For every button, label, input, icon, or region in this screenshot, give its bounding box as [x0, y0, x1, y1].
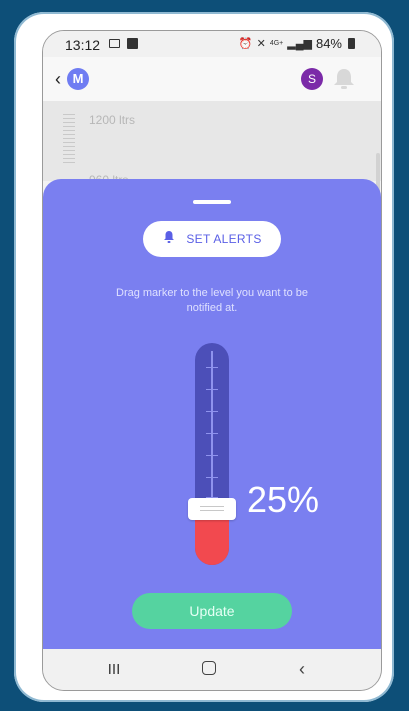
battery-icon	[348, 38, 355, 49]
gauge-tick	[206, 389, 218, 390]
phone-screen: 13:12 ⏰ ✕ 4G+ ▂▄▆ 84% ‹ M S 1200 ltrs SE…	[42, 30, 382, 691]
app-logo: M	[67, 68, 89, 90]
avatar[interactable]: S	[301, 68, 323, 90]
battery-level: 84%	[315, 36, 342, 51]
mute-icon: ✕	[256, 38, 266, 50]
scale-tick	[63, 158, 75, 159]
scale-tick	[63, 154, 75, 155]
home-icon[interactable]	[202, 661, 216, 675]
app-bar: ‹ M S	[43, 57, 381, 101]
bell-icon[interactable]	[331, 66, 357, 92]
scale-tick	[63, 134, 75, 135]
scale-tick	[63, 130, 75, 131]
gauge-tick	[206, 411, 218, 412]
alert-bottom-sheet: SET ALERTS Drag marker to the level you …	[43, 179, 381, 649]
marker-grip-line	[200, 506, 224, 507]
scale-tick	[63, 150, 75, 151]
screen-cast-icon	[109, 39, 120, 48]
network-type: 4G+	[269, 40, 284, 47]
level-marker-handle[interactable]	[188, 498, 236, 520]
recent-apps-icon[interactable]	[107, 662, 121, 676]
marker-grip-line	[200, 510, 224, 511]
gauge-tick	[206, 367, 218, 368]
chevron-left-icon: ‹	[55, 69, 61, 89]
scale-tick	[63, 146, 75, 147]
back-button[interactable]: ‹ M	[51, 67, 91, 91]
scale-tick	[63, 162, 75, 163]
signal-icon: ▂▄▆	[287, 38, 312, 50]
system-nav-bar: ‹	[43, 649, 381, 690]
set-alerts-button[interactable]: SET ALERTS	[143, 221, 281, 257]
scale-tick	[63, 118, 75, 119]
back-icon[interactable]: ‹	[299, 659, 305, 679]
status-time: 13:12	[65, 37, 101, 53]
status-bar: 13:12 ⏰ ✕ 4G+ ▂▄▆ 84%	[43, 31, 381, 57]
status-right: ⏰ ✕ 4G+ ▂▄▆ 84%	[239, 36, 355, 51]
gauge-tick	[206, 433, 218, 434]
level-gauge[interactable]	[195, 343, 229, 565]
scale-label-top: 1200 ltrs	[89, 113, 136, 127]
update-button[interactable]: Update	[132, 593, 292, 629]
background-level-scale: 1200 ltrs 960 ltrs	[43, 101, 381, 187]
level-percent: 25%	[247, 479, 320, 520]
sheet-drag-handle[interactable]	[193, 200, 231, 204]
alarm-icon: ⏰	[238, 38, 253, 50]
gauge-tick	[206, 455, 218, 456]
scale-tick	[63, 138, 75, 139]
gauge-tick	[206, 477, 218, 478]
scale-tick	[63, 114, 75, 115]
scale-tick	[63, 126, 75, 127]
set-alerts-label: SET ALERTS	[186, 232, 262, 246]
bell-icon	[162, 230, 176, 249]
notification-check-icon	[127, 38, 138, 49]
scale-tick	[63, 122, 75, 123]
scale-tick	[63, 142, 75, 143]
instruction-text: Drag marker to the level you want to be …	[116, 287, 308, 314]
